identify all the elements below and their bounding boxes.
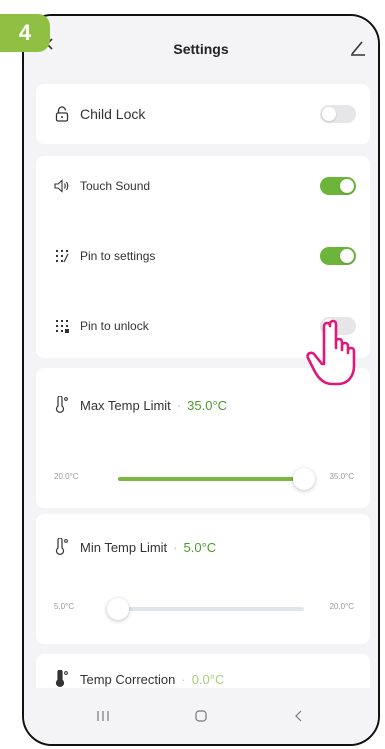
max-temp-slider[interactable]: 20.0°C 35.0°C <box>54 464 354 494</box>
thermometer-icon <box>54 396 70 414</box>
system-nav-bar <box>24 688 378 744</box>
slider-fill <box>118 477 304 481</box>
touch-sound-toggle[interactable] <box>320 177 356 195</box>
separator-dot: · <box>173 539 178 555</box>
separator-dot: · <box>176 397 182 413</box>
slider-track[interactable] <box>107 598 304 620</box>
slider-min-label: 5.0°C <box>54 602 75 611</box>
pin-to-unlock-label: Pin to unlock <box>80 319 149 333</box>
home-icon <box>195 710 207 722</box>
page-title: Settings <box>173 41 229 57</box>
pin-to-settings-toggle[interactable] <box>320 247 356 265</box>
temp-correction-header: Temp Correction · 0.0°C <box>54 670 224 688</box>
touch-sound-label: Touch Sound <box>80 179 151 193</box>
temp-correction-label: Temp Correction <box>80 671 176 687</box>
thermometer-icon <box>54 538 70 556</box>
pointing-hand-icon <box>306 319 356 386</box>
min-temp-header: Min Temp Limit · 5.0°C <box>54 538 216 556</box>
child-lock-row[interactable]: Child Lock <box>36 84 370 144</box>
separator-dot: · <box>181 671 186 687</box>
min-temp-slider[interactable]: 5.0°C 20.0°C <box>54 594 354 624</box>
slider-thumb[interactable] <box>107 598 129 620</box>
touch-sound-row[interactable]: Touch Sound <box>36 156 370 216</box>
child-lock-toggle[interactable] <box>320 105 356 123</box>
slider-min-label: 20.0°C <box>54 472 79 481</box>
keypad-icon <box>54 248 70 264</box>
slider-max-label: 20.0°C <box>329 602 354 611</box>
max-temp-value: 35.0°C <box>187 397 228 413</box>
child-lock-card: Child Lock <box>36 84 370 144</box>
recent-apps-button[interactable] <box>83 701 123 731</box>
home-button[interactable] <box>181 701 221 731</box>
back-button[interactable] <box>279 701 319 731</box>
temp-correction-value: 0.0°C <box>191 671 225 687</box>
slider-track[interactable] <box>118 468 315 490</box>
step-badge: 4 <box>0 14 50 52</box>
slider-max-label: 35.0°C <box>329 472 354 481</box>
child-lock-label: Child Lock <box>80 106 146 122</box>
pin-to-settings-row[interactable]: Pin to settings <box>36 226 370 286</box>
keypad-icon <box>54 318 70 334</box>
min-temp-value: 5.0°C <box>183 539 217 555</box>
max-temp-card: Max Temp Limit · 35.0°C 20.0°C 35.0°C <box>36 368 370 508</box>
max-temp-label: Max Temp Limit <box>80 397 171 413</box>
back-icon <box>295 710 302 722</box>
lock-icon <box>54 106 70 122</box>
pin-to-settings-label: Pin to settings <box>80 249 156 263</box>
speaker-icon <box>54 178 70 194</box>
thermometer-icon <box>54 670 70 688</box>
slider-thumb[interactable] <box>293 468 315 490</box>
recent-apps-icon <box>97 711 109 721</box>
min-temp-label: Min Temp Limit <box>80 539 168 555</box>
min-temp-card: Min Temp Limit · 5.0°C 5.0°C 20.0°C <box>36 514 370 644</box>
header: Settings <box>24 16 378 82</box>
max-temp-header: Max Temp Limit · 35.0°C <box>54 396 227 414</box>
edit-pencil-icon[interactable] <box>350 40 366 56</box>
